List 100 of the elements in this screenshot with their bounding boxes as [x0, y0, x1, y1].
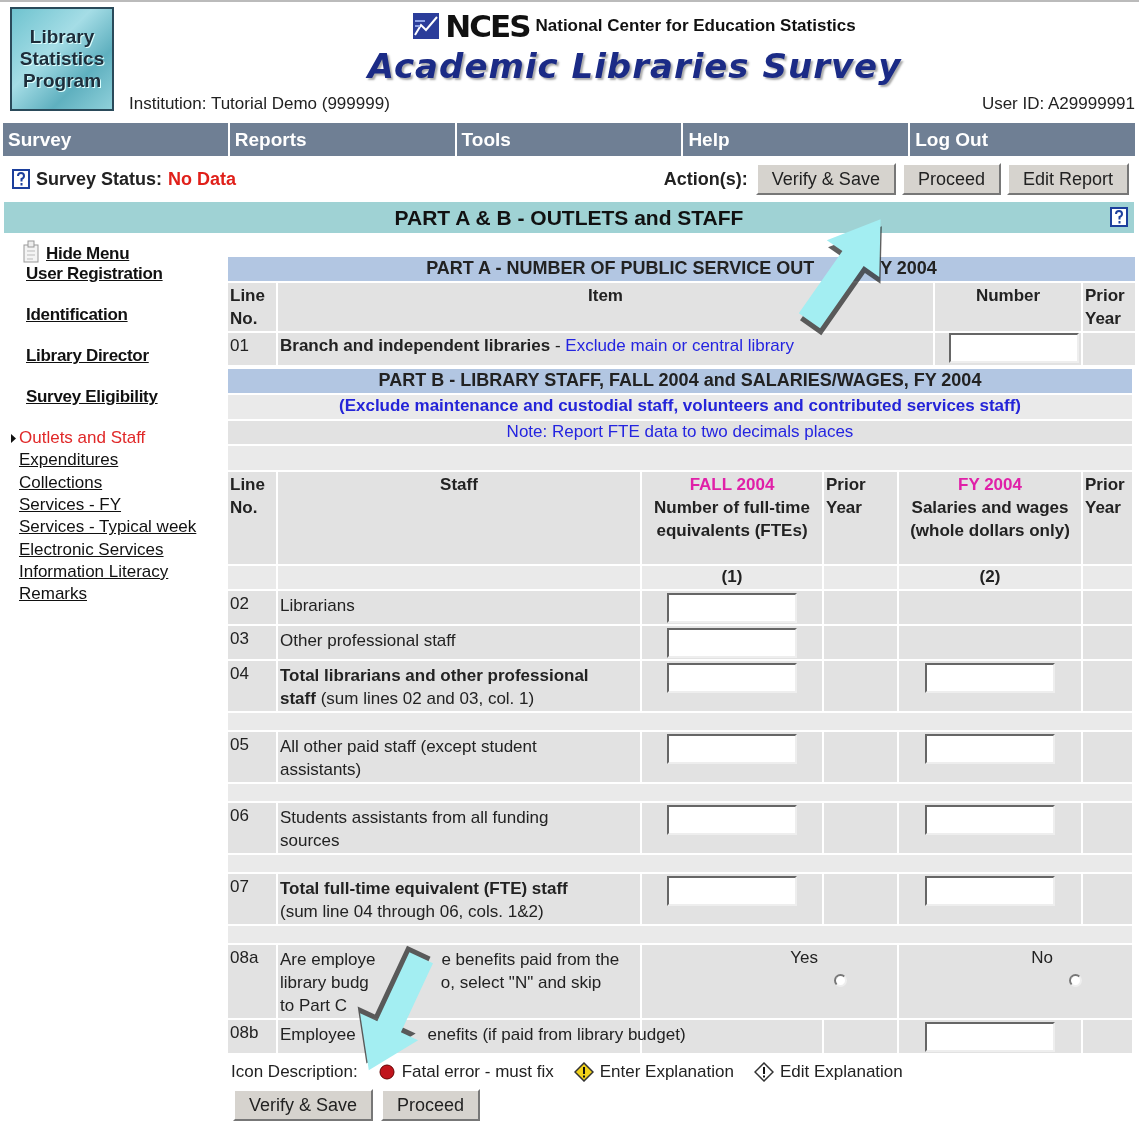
number-field[interactable]: [925, 663, 1055, 693]
number-field[interactable]: [925, 1022, 1055, 1052]
chart-logo-icon: [413, 13, 440, 39]
column-header: Prior Year: [826, 475, 866, 517]
number-field[interactable]: [925, 876, 1055, 906]
question-text: to Part C: [280, 996, 348, 1015]
action-button[interactable]: Proceed: [901, 163, 1001, 195]
staff-label: Total full-time equivalent (FTE) staff (sum line 04 through 06, cols. 1&2): [280, 879, 568, 921]
column-header: Line No.: [228, 283, 276, 331]
period-label: FALL 2004: [688, 474, 776, 496]
sidebar-link[interactable]: Collections: [19, 472, 103, 493]
nav-menu-item[interactable]: Log Out: [910, 123, 1135, 156]
staff-label: Librarians: [280, 596, 355, 615]
line-number: 04: [228, 661, 276, 711]
sidebar-link[interactable]: Services - FY: [19, 495, 122, 516]
column-number: (1): [721, 567, 743, 586]
section-title: PART A & B - OUTLETS and STAFF: [394, 205, 744, 230]
period-label: FY 2004: [957, 474, 1023, 496]
staff-label: All other paid staff (except student assistants): [280, 737, 537, 779]
line-number: 02: [228, 591, 276, 624]
staff-label: Students assistants from all funding sources: [280, 808, 549, 850]
line-number: 01: [228, 333, 276, 365]
option-label: Yes: [790, 948, 818, 967]
question-text: Are employe: [280, 950, 376, 969]
error-dot-icon: [377, 1063, 396, 1081]
sidebar-link[interactable]: Electronic Services: [19, 539, 164, 560]
column-header: Line No.: [230, 475, 265, 517]
number-field[interactable]: [667, 734, 797, 764]
warning-diamond-icon: [573, 1062, 594, 1082]
number-field[interactable]: [667, 663, 797, 693]
fte-note: Note: Report FTE data to two decimals places: [506, 422, 854, 441]
number-field[interactable]: [667, 876, 797, 906]
question-text: library budg: [280, 973, 369, 992]
column-header: Prior Year: [1083, 283, 1135, 331]
nav-menu-item[interactable]: Tools: [456, 123, 682, 156]
sidebar-link[interactable]: Identification: [26, 305, 228, 325]
status-label: Survey Status:: [36, 168, 163, 190]
part-title: Y 2004: [880, 258, 937, 278]
action-button[interactable]: Verify & Save: [755, 163, 896, 195]
sidebar-link[interactable]: Library Director: [26, 346, 228, 366]
column-header: Salaries and wages (whole dollars only): [909, 497, 1071, 542]
program-logo: Library Statistics Program: [10, 7, 114, 111]
sidebar-link[interactable]: Expenditures: [19, 450, 119, 471]
column-header: Staff: [440, 475, 478, 494]
sidebar-link[interactable]: Information Literacy: [19, 561, 169, 582]
line-number: 05: [228, 732, 276, 782]
number-field[interactable]: [667, 628, 797, 658]
survey-title: Academic Libraries Survey: [367, 46, 902, 86]
question-text: e benefits paid from the: [441, 950, 620, 969]
question-text: o, select "N" and skip: [440, 973, 602, 992]
actions-label: Action(s):: [663, 168, 748, 190]
staff-label: Employee: [280, 1025, 356, 1044]
column-header: Item: [278, 283, 933, 331]
line-number: 07: [228, 874, 276, 924]
part-title: PART B - LIBRARY STAFF, FALL 2004 and SALARIES/WAGES, FY 2004: [378, 370, 982, 390]
legend-text: Enter Explanation: [599, 1062, 734, 1082]
agency-logo-text: NCES: [445, 8, 530, 44]
help-icon: [12, 169, 30, 189]
item-label: Branch and independent libraries -: [280, 336, 561, 355]
help-icon: [1110, 207, 1128, 227]
line-number: 06: [228, 803, 276, 853]
number-field[interactable]: [949, 333, 1079, 363]
option-label: No: [1031, 948, 1053, 967]
status-value: No Data: [168, 168, 237, 190]
number-field[interactable]: [667, 593, 797, 623]
triangle-icon: [11, 433, 16, 443]
number-field[interactable]: [667, 805, 797, 835]
column-header: Number of full-time equivalents (FTEs): [653, 497, 811, 542]
warning-diamond-icon: [753, 1062, 774, 1082]
staff-label: Other professional staff: [280, 631, 456, 650]
radio-button[interactable]: [834, 974, 847, 987]
legend-label: Icon Description:: [231, 1062, 358, 1082]
sidebar-link[interactable]: User Registration: [26, 264, 228, 284]
number-field[interactable]: [925, 805, 1055, 835]
column-header: Prior Year: [1085, 475, 1125, 517]
column-number: (2): [979, 567, 1001, 586]
part-title: PART A - NUMBER OF PUBLIC SERVICE OUT: [426, 258, 815, 278]
exclude-note: (Exclude maintenance and custodial staff, volunteers and contributed services staff): [338, 396, 1022, 415]
legend-text: Edit Explanation: [779, 1062, 903, 1082]
nav-menu-item[interactable]: Survey: [3, 123, 228, 156]
item-note: Exclude main or central library: [565, 336, 794, 355]
line-number: 08a: [228, 945, 276, 1018]
agency-name: National Center for Education Statistics: [535, 16, 856, 36]
staff-label: Total librarians and other professional staff (sum lines 02 and 03, col. 1): [280, 666, 589, 708]
radio-button[interactable]: [1069, 974, 1082, 987]
sidebar-link[interactable]: Survey Eligibility: [26, 387, 228, 407]
sidebar-link[interactable]: Remarks: [19, 584, 87, 605]
form-button[interactable]: Proceed: [381, 1089, 481, 1121]
action-button[interactable]: Edit Report: [1006, 163, 1129, 195]
staff-label: enefits (if paid from library budget): [427, 1025, 686, 1044]
nav-menu-item[interactable]: Reports: [229, 123, 455, 156]
legend-text: Fatal error - must fix: [401, 1062, 554, 1082]
institution-label: Institution: Tutorial Demo (999999): [129, 94, 390, 114]
sidebar-link[interactable]: Outlets and Staff: [19, 428, 146, 449]
number-field[interactable]: [925, 734, 1055, 764]
hide-menu-link[interactable]: Hide Menu: [46, 244, 130, 264]
form-button[interactable]: Verify & Save: [233, 1089, 374, 1121]
clipboard-icon: [22, 240, 40, 264]
sidebar-link[interactable]: Services - Typical week: [19, 517, 197, 538]
nav-menu-item[interactable]: Help: [683, 123, 909, 156]
